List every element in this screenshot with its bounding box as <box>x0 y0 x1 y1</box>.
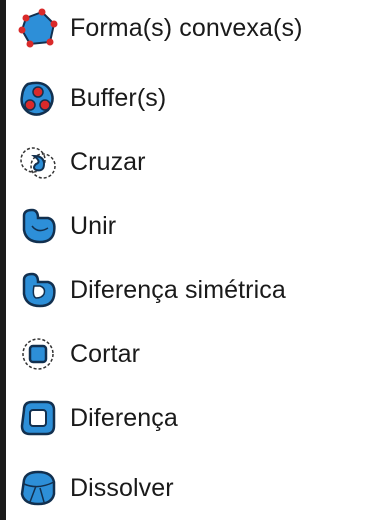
intersect-icon <box>18 142 58 182</box>
menu-item-label: Cruzar <box>70 147 146 176</box>
menu-item-buffer[interactable]: Buffer(s) <box>6 66 384 130</box>
menu-item-dissolve[interactable]: Dissolver <box>6 456 384 520</box>
geoprocessing-menu: Forma(s) convexa(s) Buffer(s) Cruzar Uni… <box>0 0 384 520</box>
menu-item-label: Unir <box>70 211 117 240</box>
menu-item-union[interactable]: Unir <box>6 194 384 258</box>
menu-item-label: Dissolver <box>70 473 174 502</box>
difference-icon <box>18 398 58 438</box>
convex-hull-icon <box>18 8 58 48</box>
menu-item-label: Diferença simétrica <box>70 275 286 304</box>
menu-item-convex-hull[interactable]: Forma(s) convexa(s) <box>6 0 384 60</box>
dissolve-icon <box>18 468 58 508</box>
clip-icon <box>18 334 58 374</box>
menu-item-label: Cortar <box>70 339 141 368</box>
menu-item-symmetric-difference[interactable]: Diferença simétrica <box>6 258 384 322</box>
menu-item-label: Forma(s) convexa(s) <box>70 13 303 42</box>
menu-item-label: Diferença <box>70 403 178 432</box>
symmetric-difference-icon <box>18 270 58 310</box>
menu-item-difference[interactable]: Diferença <box>6 386 384 450</box>
menu-item-intersect[interactable]: Cruzar <box>6 130 384 194</box>
union-icon <box>18 206 58 246</box>
menu-item-label: Buffer(s) <box>70 83 167 112</box>
menu-item-clip[interactable]: Cortar <box>6 322 384 386</box>
buffer-icon <box>18 78 58 118</box>
